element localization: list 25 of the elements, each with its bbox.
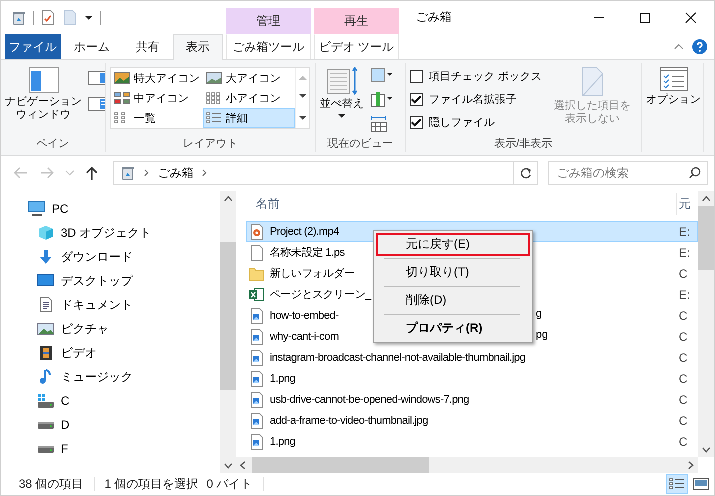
item-count: 38 個の項目 xyxy=(19,476,84,492)
group-label: 表示/非表示 xyxy=(493,136,554,152)
table-cell-text: C xyxy=(679,350,689,364)
tab-group-header: 管理 xyxy=(226,8,311,34)
table-cell-text: E: xyxy=(679,288,692,302)
table-cell-text: C xyxy=(679,330,689,344)
hide-selected-button: 選択した項目を表示しない xyxy=(554,65,632,132)
table-cell-text: C xyxy=(679,372,689,386)
table-cell-text: C xyxy=(679,414,689,428)
table-cell-text: C xyxy=(679,308,689,322)
checkbox-label: ファイル名拡張子 xyxy=(429,93,517,107)
table-cell-text: C xyxy=(679,392,689,406)
tab-group-header: 再生 xyxy=(314,8,399,34)
selection-size: 0 バイト xyxy=(206,476,253,492)
checkbox-label: 項目チェック ボックス xyxy=(429,70,542,84)
group-label: ペイン xyxy=(36,136,70,152)
window-title: ごみ箱 xyxy=(415,9,453,26)
table-cell-text: C xyxy=(679,266,689,280)
table-cell-text: E: xyxy=(679,224,692,238)
table-cell-text: C xyxy=(679,434,689,448)
checkbox-label: 隠しファイル xyxy=(429,116,495,130)
table-cell-text: E: xyxy=(679,246,692,260)
group-label: 現在のビュー xyxy=(326,136,394,152)
group-label: レイアウト xyxy=(182,136,239,152)
selection-count: 1 個の項目を選択 xyxy=(104,476,199,492)
